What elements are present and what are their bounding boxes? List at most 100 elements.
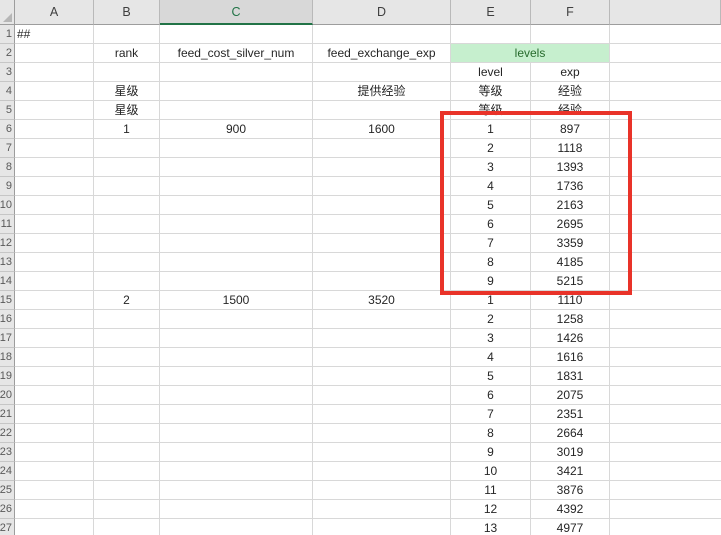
column-header-E[interactable]: E [451,0,531,25]
row-header-25[interactable]: 25 [0,481,15,500]
cell-E12[interactable]: 7 [451,234,530,252]
cell-F11[interactable]: 2695 [531,215,609,233]
cell-F14[interactable]: 5215 [531,272,609,290]
cell-F13[interactable]: 4185 [531,253,609,271]
cell-F5[interactable]: 经验 [531,101,609,119]
row-header-12[interactable]: 12 [0,234,15,253]
row-header-27[interactable]: 27 [0,519,15,535]
cell-D2[interactable]: feed_exchange_exp [313,44,450,62]
cell-F21[interactable]: 2351 [531,405,609,423]
cell-F20[interactable]: 2075 [531,386,609,404]
cell-F6[interactable]: 897 [531,120,609,138]
cell-E2[interactable]: levels [451,44,609,62]
cell-F18[interactable]: 1616 [531,348,609,366]
row-header-2[interactable]: 2 [0,44,15,63]
cell-F4[interactable]: 经验 [531,82,609,100]
cell-E21[interactable]: 7 [451,405,530,423]
cell-E9[interactable]: 4 [451,177,530,195]
cell-E8[interactable]: 3 [451,158,530,176]
row-header-17[interactable]: 17 [0,329,15,348]
cell-F15[interactable]: 1110 [531,291,609,309]
cell-E11[interactable]: 6 [451,215,530,233]
column-header-B[interactable]: B [94,0,160,25]
cell-D15[interactable]: 3520 [313,291,450,309]
cell-F22[interactable]: 2664 [531,424,609,442]
row-header-3[interactable]: 3 [0,63,15,82]
cell-F3[interactable]: exp [531,63,609,81]
cell-E16[interactable]: 2 [451,310,530,328]
column-header-C[interactable]: C [160,0,313,25]
vertical-gridline [159,25,160,535]
row-header-10[interactable]: 10 [0,196,15,215]
row-header-5[interactable]: 5 [0,101,15,120]
row-header-23[interactable]: 23 [0,443,15,462]
cell-C15[interactable]: 1500 [160,291,312,309]
cell-B15[interactable]: 2 [94,291,159,309]
row-header-18[interactable]: 18 [0,348,15,367]
cell-E26[interactable]: 12 [451,500,530,518]
cell-F12[interactable]: 3359 [531,234,609,252]
column-header-D[interactable]: D [313,0,451,25]
cell-F24[interactable]: 3421 [531,462,609,480]
row-header-1[interactable]: 1 [0,25,15,44]
cell-E4[interactable]: 等级 [451,82,530,100]
cell-E17[interactable]: 3 [451,329,530,347]
row-header-21[interactable]: 21 [0,405,15,424]
cell-B5[interactable]: 星级 [94,101,159,119]
cell-F7[interactable]: 1118 [531,139,609,157]
cell-E5[interactable]: 等级 [451,101,530,119]
cell-F25[interactable]: 3876 [531,481,609,499]
cell-D4[interactable]: 提供经验 [313,82,450,100]
cell-F10[interactable]: 2163 [531,196,609,214]
row-header-16[interactable]: 16 [0,310,15,329]
cell-C2[interactable]: feed_cost_silver_num [160,44,312,62]
row-header-19[interactable]: 19 [0,367,15,386]
cell-B2[interactable]: rank [94,44,159,62]
cell-E23[interactable]: 9 [451,443,530,461]
row-header-11[interactable]: 11 [0,215,15,234]
cell-E15[interactable]: 1 [451,291,530,309]
row-header-9[interactable]: 9 [0,177,15,196]
cell-E6[interactable]: 1 [451,120,530,138]
row-header-4[interactable]: 4 [0,82,15,101]
row-header-26[interactable]: 26 [0,500,15,519]
cell-B6[interactable]: 1 [94,120,159,138]
cell-E7[interactable]: 2 [451,139,530,157]
column-header-partial[interactable] [610,0,721,25]
row-header-22[interactable]: 22 [0,424,15,443]
row-header-15[interactable]: 15 [0,291,15,310]
row-header-8[interactable]: 8 [0,158,15,177]
row-header-6[interactable]: 6 [0,120,15,139]
cell-B4[interactable]: 星级 [94,82,159,100]
cell-E3[interactable]: level [451,63,530,81]
cell-F9[interactable]: 1736 [531,177,609,195]
cell-F16[interactable]: 1258 [531,310,609,328]
cell-D6[interactable]: 1600 [313,120,450,138]
cell-F27[interactable]: 4977 [531,519,609,535]
cell-F23[interactable]: 3019 [531,443,609,461]
cell-F8[interactable]: 1393 [531,158,609,176]
cell-E18[interactable]: 4 [451,348,530,366]
cell-F26[interactable]: 4392 [531,500,609,518]
cell-E24[interactable]: 10 [451,462,530,480]
cell-E14[interactable]: 9 [451,272,530,290]
cell-C6[interactable]: 900 [160,120,312,138]
cell-A1[interactable]: ## [15,25,93,43]
cell-F17[interactable]: 1426 [531,329,609,347]
row-header-13[interactable]: 13 [0,253,15,272]
select-all-corner[interactable] [0,0,15,25]
cell-E10[interactable]: 5 [451,196,530,214]
row-header-14[interactable]: 14 [0,272,15,291]
cell-E25[interactable]: 11 [451,481,530,499]
row-header-24[interactable]: 24 [0,462,15,481]
row-header-20[interactable]: 20 [0,386,15,405]
cell-E27[interactable]: 13 [451,519,530,535]
cell-E20[interactable]: 6 [451,386,530,404]
cell-F19[interactable]: 1831 [531,367,609,385]
column-header-F[interactable]: F [531,0,610,25]
column-header-A[interactable]: A [15,0,94,25]
cell-E22[interactable]: 8 [451,424,530,442]
cell-E19[interactable]: 5 [451,367,530,385]
row-header-7[interactable]: 7 [0,139,15,158]
cell-E13[interactable]: 8 [451,253,530,271]
